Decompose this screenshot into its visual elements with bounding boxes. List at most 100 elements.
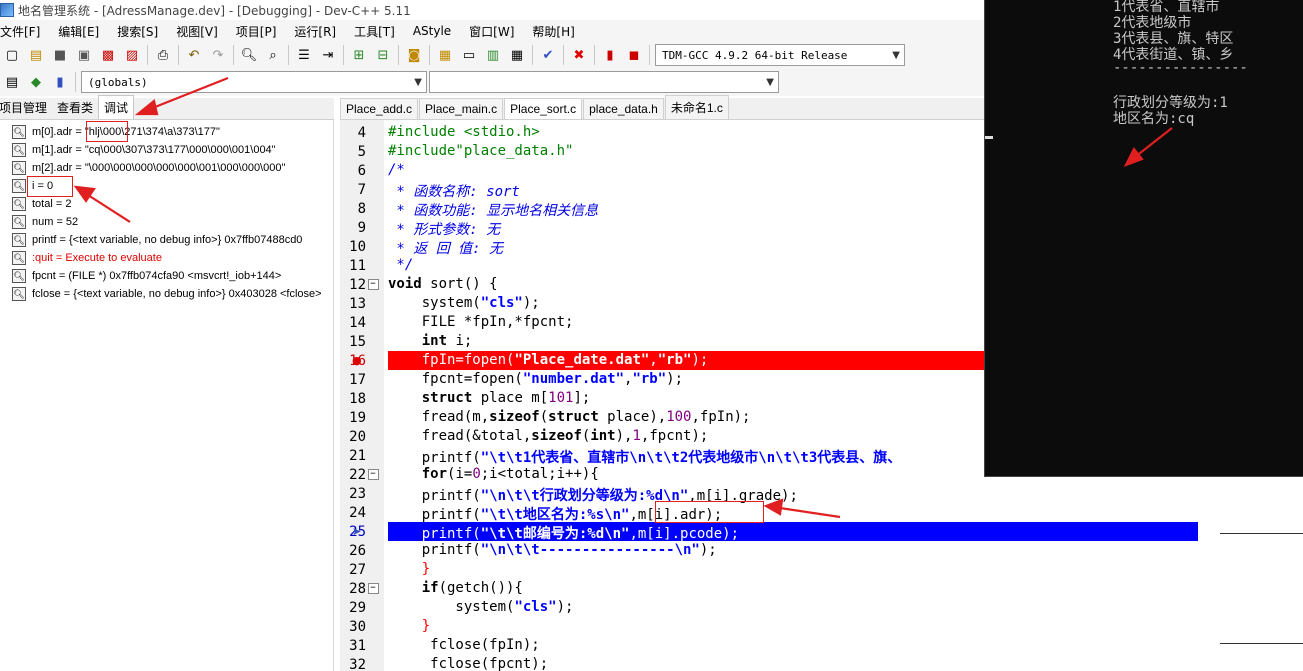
menu-view[interactable]: 视图[V] bbox=[176, 23, 227, 40]
watch-text: fpcnt = (FILE *) 0x7ffb074cfa90 <msvcrt!… bbox=[32, 270, 282, 282]
profile-icon[interactable]: ▮ bbox=[600, 45, 620, 65]
compile-icon[interactable]: ▦ bbox=[435, 45, 455, 65]
line-number: 22 bbox=[349, 466, 366, 483]
open-file-icon[interactable]: ▤ bbox=[26, 45, 46, 65]
toolbar-separator bbox=[75, 72, 76, 92]
line-number: 7 bbox=[357, 181, 366, 198]
undo-icon[interactable]: ↶ bbox=[184, 45, 204, 65]
add-to-project-icon[interactable]: ⊞ bbox=[349, 45, 369, 65]
member-select[interactable]: ▼ bbox=[429, 71, 779, 93]
watch-icon: 🔍︎ bbox=[12, 197, 26, 211]
toggle-bookmark-icon[interactable]: ◆ bbox=[26, 72, 46, 92]
redo-icon[interactable]: ↷ bbox=[208, 45, 228, 65]
tab-classes[interactable]: 查看类 bbox=[52, 96, 98, 119]
watch-row[interactable]: 🔍︎ fpcnt = (FILE *) 0x7ffb074cfa90 <msvcr… bbox=[0, 267, 333, 285]
watch-row[interactable]: 🔍︎ m[0].adr = "hlj\000\271\374\a\373\177" bbox=[0, 123, 333, 141]
menu-help[interactable]: 帮助[H] bbox=[532, 23, 583, 40]
menu-tools[interactable]: 工具[T] bbox=[354, 23, 404, 40]
code-text: printf("\t\t邮编号为:%d\n",m[i].pcode); bbox=[388, 526, 740, 542]
replace-icon[interactable]: ⌕ bbox=[263, 45, 283, 65]
toolbar-separator bbox=[532, 45, 533, 65]
watch-text: printf = {<text variable, no debug info>… bbox=[32, 234, 303, 246]
code-comment: /* bbox=[388, 162, 405, 178]
save-icon[interactable]: ■ bbox=[50, 45, 70, 65]
watch-row[interactable]: 🔍︎ fclose = {<text variable, no debug inf… bbox=[0, 285, 333, 303]
save-all-icon[interactable]: ▣ bbox=[74, 45, 94, 65]
menu-project[interactable]: 项目[P] bbox=[236, 23, 286, 40]
goto-line-icon[interactable]: ⇥ bbox=[318, 45, 338, 65]
compile-run-icon[interactable]: ▥ bbox=[483, 45, 503, 65]
tab-project[interactable]: 项目管理 bbox=[0, 96, 52, 119]
toolbar-separator bbox=[563, 45, 564, 65]
code-text: fread(m,sizeof(struct place),100,fpIn); bbox=[388, 409, 751, 425]
tab-untitled[interactable]: 未命名1.c bbox=[664, 95, 729, 119]
run-icon[interactable]: ▭ bbox=[459, 45, 479, 65]
find-icon[interactable]: 🔍︎ bbox=[239, 45, 259, 65]
code-line: 30 bbox=[340, 617, 1220, 636]
line-number: 6 bbox=[357, 162, 366, 179]
menu-astyle[interactable]: AStyle bbox=[413, 24, 460, 38]
watch-row[interactable]: 🔍︎ num = 52 bbox=[0, 213, 333, 231]
remove-from-project-icon[interactable]: ⊟ bbox=[373, 45, 393, 65]
tab-debug[interactable]: 调试 bbox=[98, 95, 135, 119]
toolbar-separator bbox=[594, 45, 595, 65]
scope-select[interactable]: (globals) ▼ bbox=[81, 71, 427, 93]
new-file-icon[interactable]: ▢ bbox=[2, 45, 22, 65]
tab-place-add[interactable]: Place_add.c bbox=[340, 98, 419, 119]
watch-icon: 🔍︎ bbox=[12, 125, 26, 139]
toolbar-separator bbox=[649, 45, 650, 65]
window-title: 地名管理系统 - [AdressManage.dev] - [Debugging… bbox=[18, 3, 411, 18]
tab-place-main[interactable]: Place_main.c bbox=[419, 98, 504, 119]
console-cursor bbox=[985, 136, 993, 139]
fold-toggle[interactable]: − bbox=[366, 465, 380, 484]
watch-row[interactable]: 🔍︎ m[1].adr = "cq\000\307\373\177\000\000… bbox=[0, 141, 333, 159]
fold-toggle[interactable]: − bbox=[366, 579, 380, 598]
code-text: printf("\t\t1代表省、直辖市\n\t\t2代表地级市\n\t\t3代… bbox=[388, 450, 902, 466]
console-line: ---------------- bbox=[1113, 60, 1248, 76]
watch-text: m[1].adr = "cq\000\307\373\177\000\000\0… bbox=[32, 144, 276, 156]
tab-place-data[interactable]: place_data.h bbox=[583, 98, 664, 119]
watch-row[interactable]: 🔍︎ m[2].adr = "\000\000\000\000\000\001\0… bbox=[0, 159, 333, 177]
indent-icon[interactable]: ☰ bbox=[294, 45, 314, 65]
menu-search[interactable]: 搜索[S] bbox=[117, 23, 167, 40]
code-comment: * 函数功能: 显示地名相关信息 bbox=[388, 203, 599, 219]
watch-row[interactable]: 🔍︎ printf = {<text variable, no debug inf… bbox=[0, 231, 333, 249]
breakpoint-icon[interactable]: ● bbox=[352, 354, 362, 367]
code-text: int i; bbox=[388, 333, 473, 349]
code-text: system("cls"); bbox=[388, 599, 574, 615]
menu-window[interactable]: 窗口[W] bbox=[469, 23, 523, 40]
menu-run[interactable]: 运行[R] bbox=[294, 23, 345, 40]
toolbar-separator bbox=[429, 45, 430, 65]
console-line: 地区名为:cq bbox=[1113, 111, 1195, 127]
code-text: for(i=0;i<total;i++){ bbox=[388, 466, 599, 482]
line-number: 5 bbox=[357, 143, 366, 160]
line-number: 9 bbox=[357, 219, 366, 236]
print-icon[interactable]: ⎙ bbox=[153, 45, 173, 65]
menu-edit[interactable]: 编辑[E] bbox=[58, 23, 108, 40]
goto-bookmark-icon[interactable]: ▮ bbox=[50, 72, 70, 92]
close-all-icon[interactable]: ▨ bbox=[122, 45, 142, 65]
watch-row[interactable]: 🔍︎:quit = Execute to evaluate bbox=[0, 249, 333, 267]
toolbar-separator bbox=[233, 45, 234, 65]
menu-file[interactable]: 文件[F] bbox=[0, 23, 49, 40]
code-text: void sort() { bbox=[388, 276, 498, 292]
project-options-icon[interactable]: ◙ bbox=[404, 45, 424, 65]
close-file-icon[interactable]: ▩ bbox=[98, 45, 118, 65]
line-number: 14 bbox=[349, 314, 366, 331]
insert-icon[interactable]: ▤ bbox=[2, 72, 22, 92]
fold-toggle[interactable]: − bbox=[366, 275, 380, 294]
watch-row[interactable]: 🔍︎ total = 2 bbox=[0, 195, 333, 213]
stop-icon[interactable]: ✖ bbox=[569, 45, 589, 65]
rebuild-icon[interactable]: ▦ bbox=[507, 45, 527, 65]
check-syntax-icon[interactable]: ✔ bbox=[538, 45, 558, 65]
delete-profile-icon[interactable]: ◼ bbox=[624, 45, 644, 65]
watch-text: num = 52 bbox=[32, 216, 79, 228]
console-window[interactable]: 1代表省、直辖市 2代表地级市 3代表县、旗、特区 4代表街道、镇、乡 ----… bbox=[984, 0, 1303, 477]
tab-place-sort[interactable]: Place_sort.c bbox=[504, 98, 583, 119]
code-text: fclose(fpcnt); bbox=[388, 656, 549, 671]
line-number: 20 bbox=[349, 428, 366, 445]
collapse-icon: − bbox=[367, 469, 379, 480]
watch-icon: 🔍︎ bbox=[12, 251, 26, 265]
compiler-select-value: TDM-GCC 4.9.2 64-bit Release bbox=[662, 48, 848, 62]
compiler-select[interactable]: TDM-GCC 4.9.2 64-bit Release ▼ bbox=[655, 44, 905, 66]
